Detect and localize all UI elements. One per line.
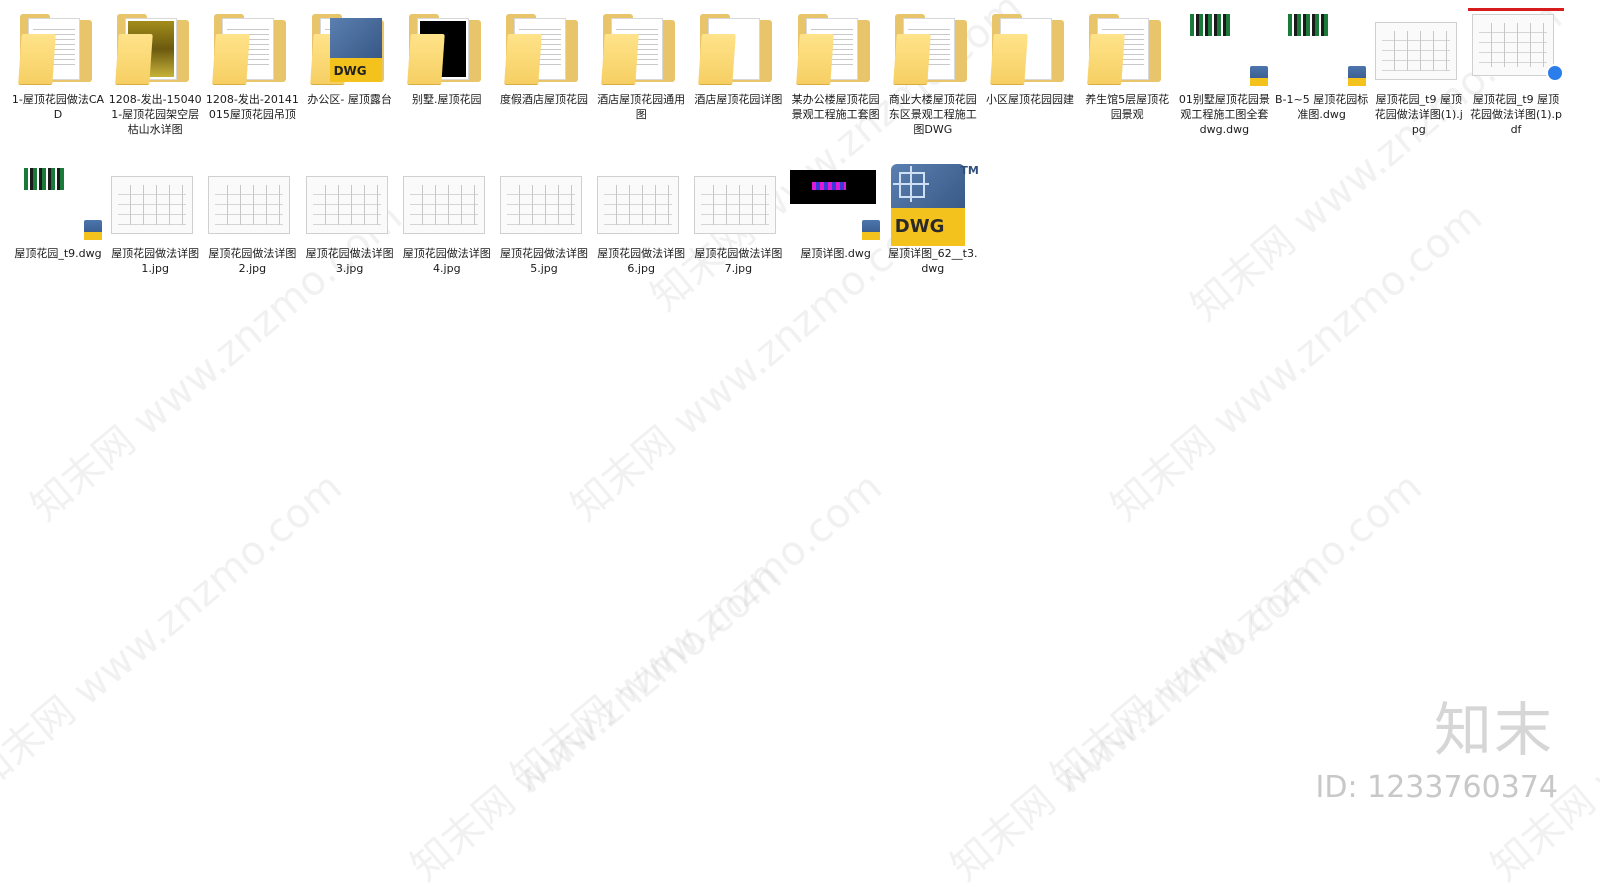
file-name-label: 别墅.屋顶花园 <box>412 93 482 106</box>
folder-icon <box>399 10 495 86</box>
file-item[interactable]: 屋顶花园_t9 屋顶花园做法详图(1).pdf <box>1468 6 1564 156</box>
file-name-label: 酒店屋顶花园通用图 <box>597 93 686 121</box>
file-item[interactable]: 1208-发出-20141015屋顶花园吊顶 <box>204 6 300 156</box>
file-item[interactable]: 屋顶花园做法详图4.jpg <box>399 160 495 310</box>
folder-icon <box>107 10 203 86</box>
file-name-label: 度假酒店屋顶花园 <box>500 93 588 106</box>
file-item[interactable]: 养生馆5层屋顶花园景观 <box>1079 6 1175 156</box>
file-item[interactable]: 屋顶花园_t9 屋顶花园做法详图(1).jpg <box>1371 6 1467 156</box>
file-item[interactable]: 1-屋顶花园做法CAD <box>10 6 106 156</box>
file-item[interactable]: 度假酒店屋顶花园 <box>496 6 592 156</box>
file-name-label: 办公区- 屋顶露台 <box>307 93 392 106</box>
folder-icon <box>885 10 981 86</box>
image-thumbnail <box>690 164 786 240</box>
file-name-label: 屋顶花园做法详图1.jpg <box>111 247 200 275</box>
file-item[interactable]: 屋顶花园做法详图5.jpg <box>496 160 592 310</box>
dwg-file-icon: DWG TM <box>885 164 981 246</box>
brand-logo: 知末 <box>1433 696 1554 764</box>
file-name-label: 屋顶花园做法详图4.jpg <box>402 247 491 275</box>
file-name-label: 屋顶花园做法详图5.jpg <box>500 247 588 275</box>
file-item[interactable]: 屋顶花园做法详图6.jpg <box>593 160 689 310</box>
file-name-label: 1208-发出-20141015屋顶花园吊顶 <box>205 93 299 121</box>
file-item[interactable]: 屋顶花园做法详图1.jpg <box>107 160 203 310</box>
file-grid: 1-屋顶花园做法CAD 1208-发出-150401-屋顶花园架空层枯山水详图 12… <box>0 0 1600 845</box>
file-name-label: 养生馆5层屋顶花园景观 <box>1085 93 1170 121</box>
dwg-file-icon <box>1176 10 1272 86</box>
folder-icon <box>593 10 689 86</box>
file-item[interactable]: 小区屋顶花园园建 <box>982 6 1078 156</box>
image-thumbnail <box>302 164 398 240</box>
image-thumbnail <box>107 164 203 240</box>
file-item[interactable]: 屋顶花园做法详图3.jpg <box>302 160 398 310</box>
file-name-label: 商业大楼屋顶花园东区景观工程施工图DWG <box>888 93 977 136</box>
file-item[interactable]: DWG TM 屋顶详图_62__t3.dwg <box>885 160 981 310</box>
file-name-label: 屋顶花园_t9 屋顶花园做法详图(1).jpg <box>1374 93 1463 136</box>
folder-icon <box>982 10 1078 86</box>
file-item[interactable]: 屋顶花园_t9.dwg <box>10 160 106 310</box>
dwg-file-icon <box>1274 10 1370 86</box>
file-name-label: 屋顶详图.dwg <box>800 247 871 260</box>
file-name-label: 屋顶花园_t9.dwg <box>14 247 102 260</box>
file-item[interactable]: 酒店屋顶花园详图 <box>690 6 786 156</box>
file-name-label: B-1~5 屋顶花园标准图.dwg <box>1274 93 1369 121</box>
file-name-label: 酒店屋顶花园详图 <box>694 93 783 106</box>
id-label: ID: 1233760374 <box>1315 770 1558 805</box>
file-item[interactable]: B-1~5 屋顶花园标准图.dwg <box>1274 6 1370 156</box>
file-item[interactable]: 屋顶花园做法详图7.jpg <box>690 160 786 310</box>
file-item[interactable]: 某办公楼屋顶花园景观工程施工套图 <box>788 6 884 156</box>
folder-icon <box>690 10 786 86</box>
dwg-file-icon <box>788 164 884 240</box>
file-name-label: 小区屋顶花园园建 <box>986 93 1074 106</box>
file-item[interactable]: 别墅.屋顶花园 <box>399 6 495 156</box>
dwg-icon: DWG <box>329 18 382 82</box>
file-name-label: 屋顶花园做法详图2.jpg <box>208 247 297 275</box>
dwg-file-icon <box>10 164 106 240</box>
file-name-label: 1208-发出-150401-屋顶花园架空层枯山水详图 <box>108 93 202 136</box>
image-thumbnail <box>1371 10 1467 86</box>
image-thumbnail <box>399 164 495 240</box>
file-item[interactable]: 1208-发出-150401-屋顶花园架空层枯山水详图 <box>107 6 203 156</box>
folder-icon <box>788 10 884 86</box>
folder-icon <box>204 10 300 86</box>
file-item[interactable]: 酒店屋顶花园通用图 <box>593 6 689 156</box>
file-name-label: 屋顶花园做法详图6.jpg <box>597 247 686 275</box>
file-name-label: 屋顶详图_62__t3.dwg <box>888 247 978 275</box>
file-name-label: 01别墅屋顶花园景观工程施工图全套dwg.dwg <box>1178 93 1270 136</box>
pdf-file-icon <box>1468 8 1564 86</box>
file-item[interactable]: 01别墅屋顶花园景观工程施工图全套dwg.dwg <box>1176 6 1272 156</box>
file-name-label: 屋顶花园_t9 屋顶花园做法详图(1).pdf <box>1469 93 1563 136</box>
file-name-label: 1-屋顶花园做法CAD <box>11 93 105 121</box>
file-name-label: 某办公楼屋顶花园景观工程施工套图 <box>791 93 880 121</box>
folder-icon: DWG <box>302 10 398 86</box>
folder-icon <box>496 10 592 86</box>
file-item[interactable]: DWG 办公区- 屋顶露台 <box>302 6 398 156</box>
file-name-label: 屋顶花园做法详图7.jpg <box>694 247 783 275</box>
folder-icon <box>10 10 106 86</box>
file-item[interactable]: 屋顶详图.dwg <box>788 160 884 310</box>
file-item[interactable]: 商业大楼屋顶花园东区景观工程施工图DWG <box>885 6 981 156</box>
image-thumbnail <box>496 164 592 240</box>
image-thumbnail <box>593 164 689 240</box>
image-thumbnail <box>204 164 300 240</box>
file-name-label: 屋顶花园做法详图3.jpg <box>305 247 394 275</box>
folder-icon <box>1079 10 1175 86</box>
file-item[interactable]: 屋顶花园做法详图2.jpg <box>204 160 300 310</box>
